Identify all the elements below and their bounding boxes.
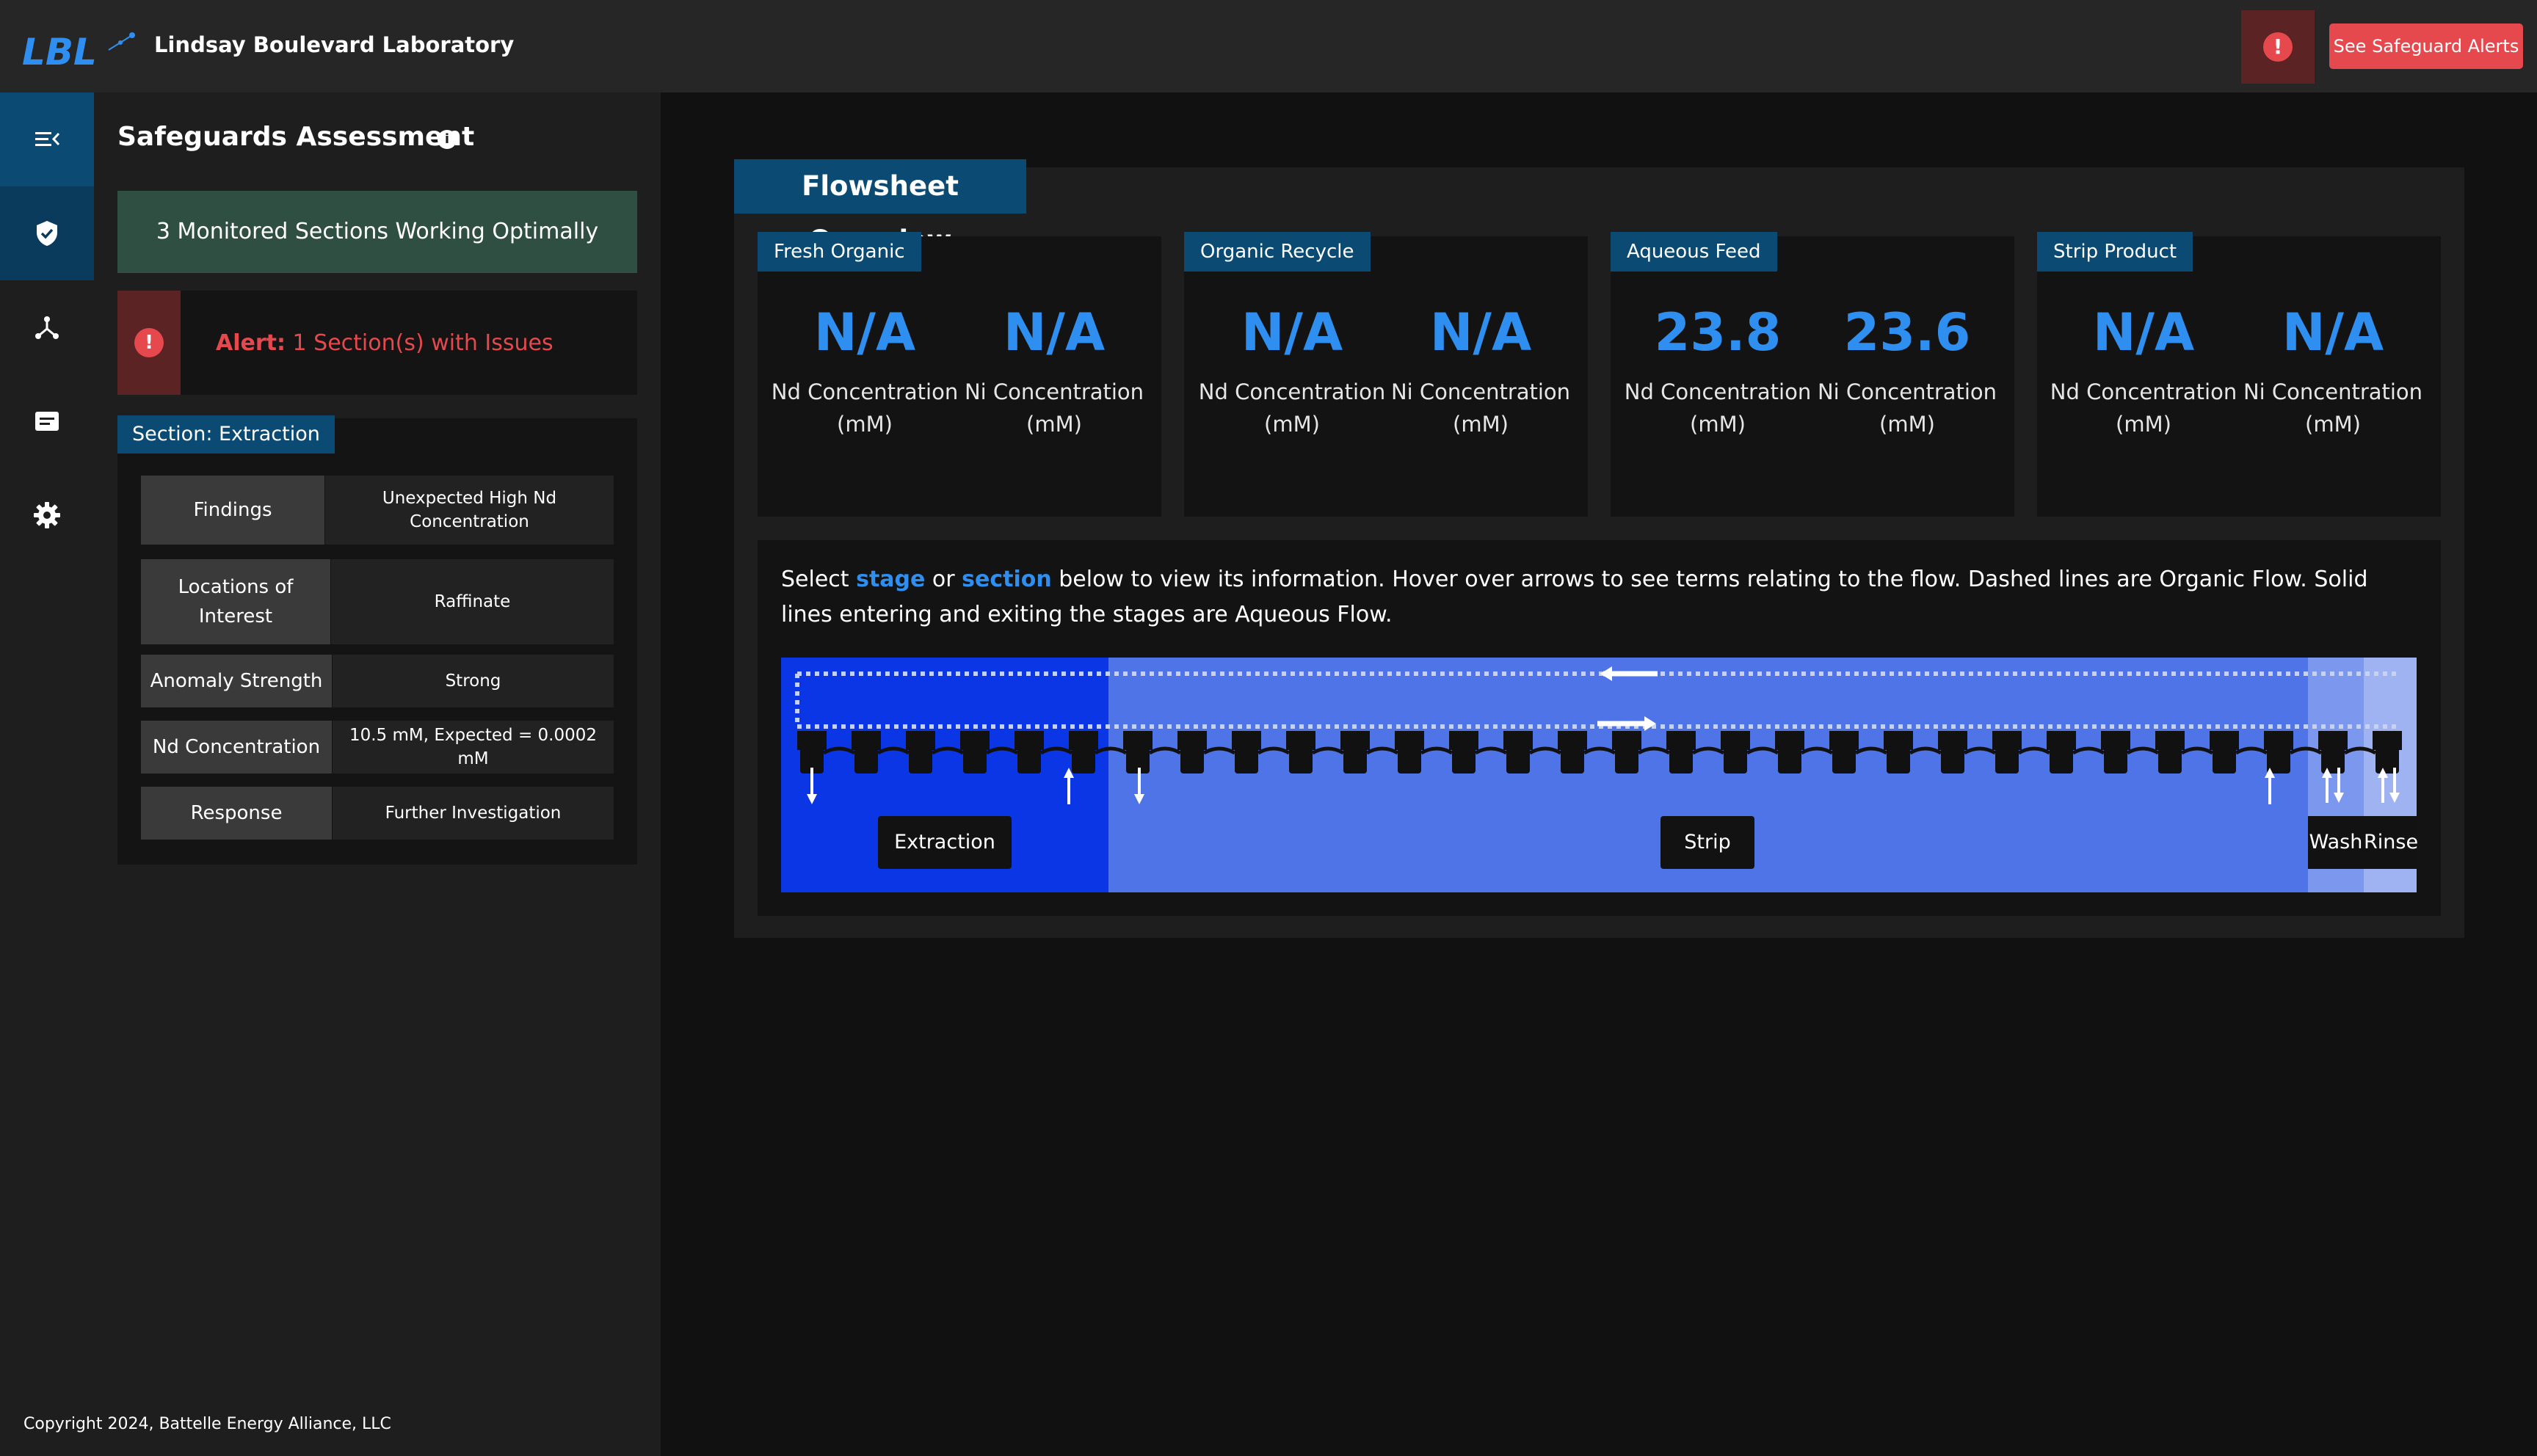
see-safeguard-alerts-button[interactable]: See Safeguard Alerts — [2329, 23, 2523, 69]
network-nav[interactable] — [0, 280, 94, 374]
exclamation-icon: ! — [2263, 32, 2293, 62]
nd-value: N/A — [2092, 302, 2195, 363]
nd-label: Nd Concentration (mM) — [771, 379, 959, 437]
row-label-findings: Findings — [141, 476, 324, 545]
exclamation-icon: ! — [134, 328, 164, 357]
nd-value: N/A — [813, 302, 916, 363]
flowsheet-title: Flowsheet Overview — [734, 159, 1026, 256]
gear-icon — [34, 502, 60, 528]
card-tag: Fresh Organic — [758, 232, 921, 272]
alert-side: ! — [117, 291, 181, 395]
row-label-response: Response — [141, 787, 332, 840]
network-icon — [35, 316, 59, 339]
safeguards-nav[interactable] — [0, 186, 94, 280]
nd-label: Nd Concentration (mM) — [2050, 379, 2237, 437]
row-value-findings: Unexpected High Nd Concentration — [325, 476, 614, 545]
alert-indicator[interactable]: ! — [2241, 10, 2315, 84]
documents-nav[interactable] — [0, 374, 94, 468]
row-value-nd: 10.5 mM, Expected = 0.0002 mM — [333, 721, 614, 774]
safeguards-title: Safeguards Assessment — [117, 122, 475, 152]
info-icon[interactable]: i — [438, 130, 457, 149]
ni-label: Ni Concentration (mM) — [1390, 379, 1571, 437]
section-tag: Section: Extraction — [117, 415, 335, 454]
section-label-rinse[interactable]: Rinse — [2364, 816, 2418, 869]
nd-value: 23.8 — [1654, 302, 1782, 363]
row-label-anomaly: Anomaly Strength — [141, 655, 332, 707]
ni-value: N/A — [2282, 302, 2384, 363]
section-label-extraction[interactable]: Extraction — [878, 816, 1012, 869]
top-bar: LBL Lindsay Boulevard Laboratory ! See S… — [0, 0, 2537, 92]
menu-collapse-button[interactable] — [0, 92, 94, 186]
shield-check-icon — [37, 221, 57, 246]
card-tag: Organic Recycle — [1184, 232, 1371, 272]
icon-rail — [0, 92, 94, 1456]
row-label-nd: Nd Concentration — [141, 721, 332, 774]
stage[interactable] — [2373, 731, 2402, 774]
nd-label: Nd Concentration (mM) — [1624, 379, 1812, 437]
ni-label: Ni Concentration (mM) — [2243, 379, 2423, 437]
card-tag: Strip Product — [2037, 232, 2193, 272]
diagram-instructions: Select stage or section below to view it… — [781, 562, 2425, 633]
alert-prefix: Alert: — [216, 330, 286, 356]
instr-text: Select — [781, 567, 857, 592]
instr-keyword-stage: stage — [856, 567, 926, 592]
app-title: Lindsay Boulevard Laboratory — [154, 32, 515, 57]
svg-text:LBL: LBL — [22, 31, 97, 70]
alert-banner[interactable]: ! Alert: 1 Section(s) with Issues — [117, 291, 637, 395]
alert-message: 1 Section(s) with Issues — [292, 330, 554, 356]
row-value-anomaly: Strong — [333, 655, 614, 707]
ni-value: N/A — [1003, 302, 1106, 363]
ni-value: N/A — [1429, 302, 1532, 363]
row-value-response: Further Investigation — [333, 787, 614, 840]
alert-text: Alert: 1 Section(s) with Issues — [216, 330, 554, 356]
nd-value: N/A — [1241, 302, 1343, 363]
ni-label: Ni Concentration (mM) — [964, 379, 1144, 437]
nd-label: Nd Concentration (mM) — [1198, 379, 1386, 437]
settings-nav[interactable] — [0, 468, 94, 562]
flowsheet-diagram[interactable] — [781, 658, 2417, 892]
instr-text: or — [925, 567, 962, 592]
card-tag: Aqueous Feed — [1611, 232, 1777, 272]
row-value-locations: Raffinate — [331, 559, 614, 644]
menu-collapse-icon — [35, 132, 60, 146]
instr-keyword-section: section — [962, 567, 1052, 592]
lbl-logo: LBL — [22, 31, 135, 70]
status-ok-banner: 3 Monitored Sections Working Optimally — [117, 191, 637, 273]
ni-label: Ni Concentration (mM) — [1817, 379, 1997, 437]
section-label-strip[interactable]: Strip — [1661, 816, 1754, 869]
document-icon — [35, 412, 59, 431]
ni-value: 23.6 — [1843, 302, 1971, 363]
copyright: Copyright 2024, Battelle Energy Alliance… — [23, 1415, 391, 1433]
row-label-locations: Locations of Interest — [141, 559, 330, 644]
section-label-wash[interactable]: Wash — [2308, 816, 2364, 869]
